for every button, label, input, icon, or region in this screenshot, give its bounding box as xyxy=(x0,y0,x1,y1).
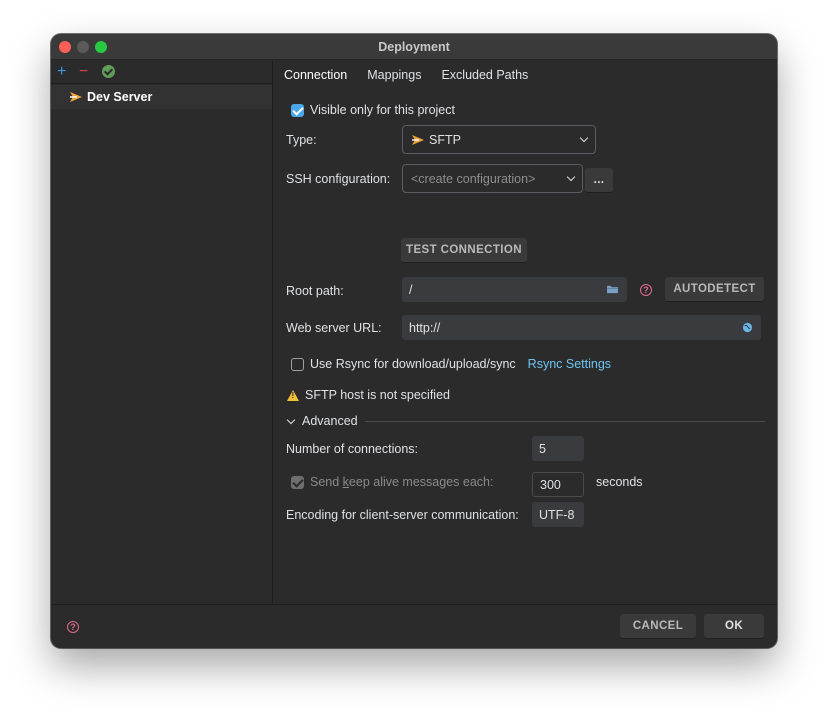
tab-excluded-paths[interactable]: Excluded Paths xyxy=(431,61,538,88)
keepalive-unit: seconds xyxy=(596,475,643,489)
server-list-sidebar: + − Dev Server xyxy=(51,61,273,604)
visible-only-label: Visible only for this project xyxy=(310,103,455,117)
warning-icon xyxy=(287,389,299,401)
add-server-icon[interactable]: + xyxy=(57,63,66,81)
autodetect-button[interactable]: AUTODETECT xyxy=(665,277,764,302)
globe-icon[interactable] xyxy=(742,322,753,333)
ssh-config-placeholder: <create configuration> xyxy=(411,171,536,186)
advanced-section-toggle[interactable]: Advanced xyxy=(286,414,358,428)
tab-mappings[interactable]: Mappings xyxy=(357,61,431,88)
use-rsync-label: Use Rsync for download/upload/sync xyxy=(310,357,516,371)
dialog-footer: ? CANCEL OK xyxy=(51,604,777,648)
keepalive-row: Send keep alive messages each: xyxy=(291,475,493,489)
warning-row: SFTP host is not specified xyxy=(287,388,450,402)
sftp-icon xyxy=(412,134,424,145)
encoding-select[interactable]: UTF-8 xyxy=(532,502,584,527)
sidebar-toolbar: + − xyxy=(51,61,272,84)
advanced-header: Advanced xyxy=(302,414,358,428)
folder-icon[interactable] xyxy=(606,284,619,294)
help-icon[interactable]: ? xyxy=(67,621,79,633)
rsync-settings-link[interactable]: Rsync Settings xyxy=(528,357,611,371)
keepalive-checkbox[interactable] xyxy=(291,475,304,489)
chevron-down-icon xyxy=(566,172,576,182)
cancel-button[interactable]: CANCEL xyxy=(620,614,696,639)
test-connection-button[interactable]: TEST CONNECTION xyxy=(401,238,527,263)
advanced-divider xyxy=(365,421,765,422)
connection-panel: Visible only for this project Type: SFTP… xyxy=(274,88,777,604)
deployment-dialog: Deployment + − Dev Server Connection Map… xyxy=(51,34,777,648)
keepalive-label: Send keep alive messages each: xyxy=(310,475,494,489)
type-select[interactable]: SFTP xyxy=(402,125,596,154)
rsync-row: Use Rsync for download/upload/sync Rsync… xyxy=(291,357,611,371)
web-server-url-label: Web server URL: xyxy=(286,321,382,335)
settings-tabs: Connection Mappings Excluded Paths xyxy=(274,61,777,88)
chevron-down-icon xyxy=(579,133,589,143)
sidebar-item-dev-server[interactable]: Dev Server xyxy=(51,85,272,109)
encoding-value: UTF-8 xyxy=(539,507,575,522)
type-value: SFTP xyxy=(429,132,461,147)
ssh-config-select[interactable]: <create configuration> xyxy=(402,164,583,193)
root-path-input[interactable]: / xyxy=(402,277,627,302)
keepalive-input[interactable]: 300 xyxy=(532,472,584,497)
set-default-check-icon[interactable] xyxy=(102,65,115,78)
remove-server-icon[interactable]: − xyxy=(79,63,88,81)
visible-only-checkbox[interactable] xyxy=(291,103,304,117)
ssh-config-more-button[interactable]: ... xyxy=(585,168,613,193)
keepalive-value: 300 xyxy=(540,477,561,492)
root-path-value: / xyxy=(409,282,413,297)
chevron-down-icon xyxy=(286,415,296,424)
connections-input[interactable]: 5 xyxy=(532,436,584,461)
help-icon[interactable]: ? xyxy=(640,284,652,296)
warning-message: SFTP host is not specified xyxy=(305,388,450,402)
title-bar: Deployment xyxy=(51,34,777,60)
ssh-config-label: SSH configuration: xyxy=(286,172,391,186)
type-label: Type: xyxy=(286,133,317,147)
use-rsync-checkbox[interactable] xyxy=(291,357,304,371)
sidebar-item-label: Dev Server xyxy=(87,90,153,104)
connections-label: Number of connections: xyxy=(286,442,419,456)
web-server-url-value: http:// xyxy=(409,320,441,335)
sftp-icon xyxy=(70,92,82,102)
root-path-label: Root path: xyxy=(286,284,344,298)
tab-connection[interactable]: Connection xyxy=(274,61,357,88)
window-title: Deployment xyxy=(378,40,450,54)
visible-only-row: Visible only for this project xyxy=(291,103,455,117)
ok-button[interactable]: OK xyxy=(704,614,764,639)
encoding-label: Encoding for client-server communication… xyxy=(286,508,519,522)
connections-value: 5 xyxy=(539,441,546,456)
web-server-url-input[interactable]: http:// xyxy=(402,315,761,340)
